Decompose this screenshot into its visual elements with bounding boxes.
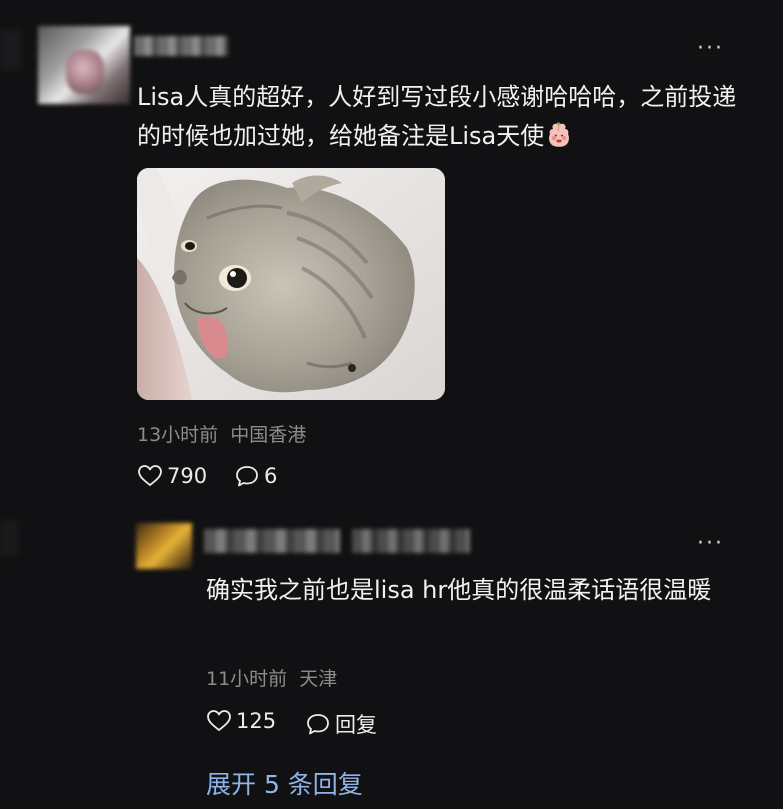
comment-image[interactable] [137, 168, 445, 400]
comment-meta: 13小时前 中国香港 [137, 420, 306, 447]
commenter-username[interactable] [134, 36, 228, 56]
reply-username-suffix [352, 529, 470, 553]
reply-meta: 11小时前 天津 [206, 664, 337, 691]
reply-like-button[interactable]: 125 [206, 709, 276, 733]
expand-replies-link[interactable]: 展开 5 条回复 [206, 765, 363, 801]
reply-more-options-icon[interactable]: ··· [697, 533, 724, 555]
more-options-icon[interactable]: ··· [697, 38, 724, 60]
cat-photo [137, 168, 445, 400]
reply-avatar[interactable] [136, 523, 192, 569]
comment-location: 中国香港 [230, 424, 307, 446]
comment-text: Lisa人真的超好，人好到写过段小感谢哈哈哈，之前投递的时候也加过她，给她备注是… [137, 78, 747, 156]
comment-time: 13小时前 [137, 424, 219, 446]
reply-like-count: 125 [236, 709, 277, 733]
heart-icon [138, 465, 162, 486]
reply-time: 11小时前 [206, 668, 288, 690]
comment-reply-button[interactable]: 6 [234, 464, 277, 488]
commenter-avatar[interactable] [38, 26, 130, 104]
reply-reply-button[interactable]: 回复 [305, 709, 377, 739]
comment-like-count: 790 [167, 464, 208, 488]
peach-face-emoji-icon [549, 122, 570, 147]
left-edge-shadow [0, 520, 18, 556]
comment-body: Lisa人真的超好，人好到写过段小感谢哈哈哈，之前投递的时候也加过她，给她备注是… [137, 83, 737, 150]
comment-reply-count: 6 [264, 464, 278, 488]
reply-location: 天津 [299, 668, 338, 690]
heart-icon [207, 710, 231, 731]
chat-bubble-icon [236, 466, 258, 487]
chat-bubble-icon [307, 714, 329, 735]
left-edge-shadow [0, 30, 22, 70]
reply-username[interactable] [204, 529, 340, 553]
reply-text: 确实我之前也是lisa hr他真的很温柔话语很温暖 [206, 576, 712, 604]
reply-label: 回复 [335, 713, 377, 737]
comment-like-button[interactable]: 790 [137, 464, 207, 488]
